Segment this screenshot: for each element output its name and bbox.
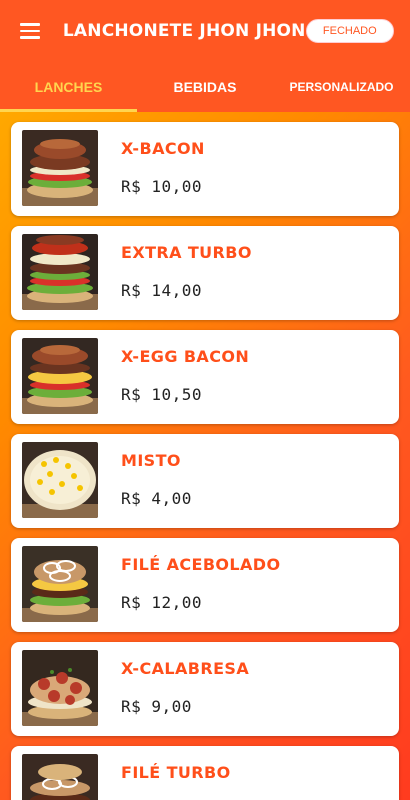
- tab-label: BEBIDAS: [173, 79, 237, 95]
- menu-button[interactable]: [0, 0, 61, 62]
- tab-bebidas[interactable]: BEBIDAS: [137, 62, 273, 112]
- item-name: X-CALABRESA: [121, 659, 250, 678]
- sandwich-photo: [22, 442, 98, 518]
- burger-photo: [22, 546, 98, 622]
- item-name: FILÉ ACEBOLADO: [121, 555, 281, 574]
- item-price: R$ 10,50: [121, 385, 203, 404]
- menu-item-card[interactable]: EXTRA TURBO R$ 14,00: [11, 226, 399, 320]
- menu-item-card[interactable]: X-BACON R$ 10,00: [11, 122, 399, 216]
- item-name: EXTRA TURBO: [121, 243, 252, 262]
- menu-item-card[interactable]: X-CALABRESA R$ 9,00: [11, 642, 399, 736]
- burger-photo: [22, 650, 98, 726]
- menu-item-card[interactable]: FILÉ TURBO: [11, 746, 399, 800]
- item-price: R$ 14,00: [121, 281, 203, 300]
- app-bar: LANCHONETE JHON JHON FECHADO: [0, 0, 410, 62]
- item-price: R$ 4,00: [121, 489, 192, 508]
- menu-item-list[interactable]: X-BACON R$ 10,00 EXTRA TURBO R$ 14,00 X-…: [0, 112, 410, 800]
- item-price: R$ 10,00: [121, 177, 203, 196]
- burger-photo: [22, 338, 98, 414]
- item-name: MISTO: [121, 451, 181, 470]
- burger-photo: [22, 754, 98, 800]
- hamburger-menu-icon: [20, 23, 41, 39]
- menu-item-card[interactable]: FILÉ ACEBOLADO R$ 12,00: [11, 538, 399, 632]
- tab-personalizado[interactable]: PERSONALIZADO: [273, 62, 410, 112]
- burger-photo: [22, 130, 98, 206]
- menu-item-card[interactable]: X-EGG BACON R$ 10,50: [11, 330, 399, 424]
- category-tabs: LANCHES BEBIDAS PERSONALIZADO: [0, 62, 410, 112]
- burger-photo: [22, 234, 98, 310]
- store-status-badge: FECHADO: [305, 19, 394, 43]
- item-name: X-BACON: [121, 139, 205, 158]
- item-name: FILÉ TURBO: [121, 763, 231, 782]
- item-name: X-EGG BACON: [121, 347, 250, 366]
- tab-label: PERSONALIZADO: [289, 80, 394, 94]
- app-title: LANCHONETE JHON JHON: [62, 21, 306, 41]
- item-price: R$ 9,00: [121, 697, 192, 716]
- tab-label: LANCHES: [34, 79, 103, 95]
- item-price: R$ 12,00: [121, 593, 203, 612]
- tab-lanches[interactable]: LANCHES: [0, 62, 137, 112]
- menu-item-card[interactable]: MISTO R$ 4,00: [11, 434, 399, 528]
